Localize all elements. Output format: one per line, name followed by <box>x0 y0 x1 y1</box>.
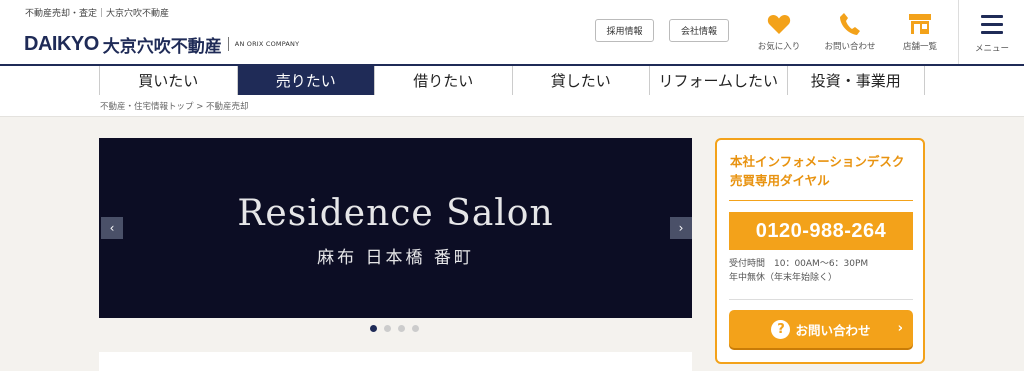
logo-orix-tag: AN ORIX COMPANY <box>234 40 300 48</box>
phone-number[interactable]: 0120-988-264 <box>729 212 913 250</box>
info-desk-title-line2: 売買専用ダイヤル <box>730 173 830 188</box>
slider-prev-button[interactable]: ‹ <box>101 217 123 239</box>
slider-dot[interactable] <box>412 325 419 332</box>
logo-divider <box>227 37 229 51</box>
site-header: 不動産売却・査定｜大京穴吹不動産 DAIKYO 大京穴吹不動産 AN ORIX … <box>0 0 1024 66</box>
nav-tab-lease[interactable]: 貸したい <box>513 66 650 95</box>
slider-dot[interactable] <box>370 325 377 332</box>
contact-label: お問い合わせ <box>824 42 876 52</box>
info-desk-title-line1: 本社インフォメーションデスク <box>730 154 905 169</box>
menu-label: メニュー <box>974 44 1009 54</box>
divider <box>729 299 913 300</box>
heart-icon <box>747 10 811 38</box>
store-icon <box>888 10 952 38</box>
slider-next-button[interactable]: › <box>670 217 692 239</box>
divider <box>729 200 913 201</box>
stores-label: 店舗一覧 <box>902 42 937 52</box>
nav-tab-sell[interactable]: 売りたい <box>237 66 375 95</box>
site-logo[interactable]: DAIKYO 大京穴吹不動産 AN ORIX COMPANY <box>24 32 300 57</box>
hamburger-icon <box>981 15 1003 39</box>
contact-link[interactable]: お問い合わせ <box>818 10 882 56</box>
phone-icon <box>818 10 882 38</box>
header-tagline: 不動産売却・査定｜大京穴吹不動産 <box>25 9 170 19</box>
menu-button[interactable]: メニュー <box>958 0 1024 64</box>
chevron-right-icon: › <box>897 321 903 336</box>
slider-dots <box>370 325 419 332</box>
slider-dot[interactable] <box>384 325 391 332</box>
content-card <box>99 352 692 371</box>
nav-tab-rent[interactable]: 借りたい <box>375 66 513 95</box>
slide-subtitle: 麻布 日本橋 番町 <box>317 248 474 268</box>
favorites-label: お気に入り <box>757 42 801 52</box>
contact-button-label: お問い合わせ <box>795 322 871 338</box>
stores-link[interactable]: 店舗一覧 <box>888 10 952 56</box>
nav-tab-investment[interactable]: 投資・事業用 <box>788 66 925 95</box>
hours-line2: 年中無休（年末年始除く） <box>729 273 838 283</box>
business-hours: 受付時間 10：00AM〜6：30PM 年中無休（年末年始除く） <box>729 257 868 285</box>
logo-company-name: 大京穴吹不動産 <box>102 36 222 57</box>
logo-mark: DAIKYO <box>24 32 99 55</box>
contact-button[interactable]: ? お問い合わせ › <box>729 310 913 348</box>
recruit-button[interactable]: 採用情報 <box>595 19 654 42</box>
hours-line1: 受付時間 10：00AM〜6：30PM <box>729 259 869 269</box>
hero-slider[interactable]: Residence Salon 麻布 日本橋 番町 <box>99 138 692 318</box>
company-info-button[interactable]: 会社情報 <box>669 19 729 42</box>
breadcrumb[interactable]: 不動産・住宅情報トップ > 不動産売却 <box>100 100 249 112</box>
info-desk-title: 本社インフォメーションデスク 売買専用ダイヤル <box>730 152 904 190</box>
chevron-left-icon: ‹ <box>109 221 115 235</box>
nav-tab-reform[interactable]: リフォームしたい <box>650 66 788 95</box>
chevron-right-icon: › <box>678 221 684 235</box>
favorites-link[interactable]: お気に入り <box>747 10 811 56</box>
slider-dot[interactable] <box>398 325 405 332</box>
nav-tab-buy[interactable]: 買いたい <box>99 66 238 95</box>
slide-title: Residence Salon <box>237 193 554 234</box>
info-desk-panel: 本社インフォメーションデスク 売買専用ダイヤル 0120-988-264 受付時… <box>715 138 925 364</box>
question-icon: ? <box>771 319 791 339</box>
main-nav: 買いたい 売りたい 借りたい 貸したい リフォームしたい 投資・事業用 <box>99 66 925 95</box>
